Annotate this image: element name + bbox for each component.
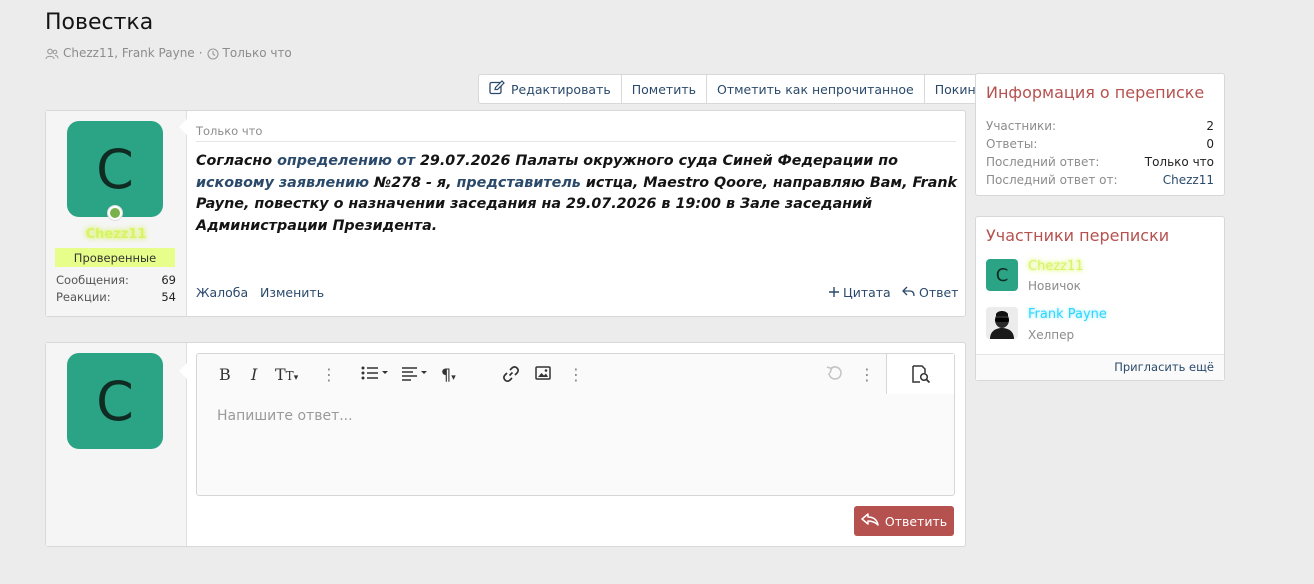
invite-more-link[interactable]: Пригласить ещё xyxy=(1114,360,1214,374)
member-role: Хелпер xyxy=(1028,328,1075,342)
more-icon[interactable]: ⋮ xyxy=(568,365,584,384)
member-name[interactable]: Chezz11 xyxy=(1028,259,1084,274)
member-avatar[interactable] xyxy=(986,307,1018,339)
last-reply-user-link[interactable]: Chezz11 xyxy=(1163,173,1214,187)
member-avatar[interactable]: C xyxy=(986,259,1018,291)
more-icon[interactable]: ⋮ xyxy=(859,365,875,384)
participants-text: Chezz11, Frank Payne xyxy=(63,46,195,60)
body-link[interactable]: представитель xyxy=(457,175,581,191)
info-row-replies: Ответы: 0 xyxy=(986,137,1214,151)
italic-icon[interactable]: I xyxy=(251,365,257,384)
user-badge: Проверенные xyxy=(55,248,175,267)
reply-icon xyxy=(902,285,915,300)
meta-time: Только что xyxy=(222,46,292,60)
reply-post-button[interactable]: Ответ xyxy=(902,285,958,300)
edit-icon xyxy=(489,80,511,98)
body-link[interactable]: исковому заявлению xyxy=(196,175,369,191)
mark-button[interactable]: Пометить xyxy=(622,75,707,103)
reply-user-cell: C xyxy=(46,343,187,546)
info-row-last-reply-by: Последний ответ от: Chezz11 xyxy=(986,173,1214,187)
conversation-meta: Chezz11, Frank Payne · Только что xyxy=(45,46,292,60)
info-row-last-reply: Последний ответ: Только что xyxy=(986,155,1214,169)
preview-icon[interactable] xyxy=(886,354,954,394)
list-icon[interactable] xyxy=(361,365,391,385)
online-indicator-icon xyxy=(107,205,123,221)
post-arrow xyxy=(179,119,187,135)
reply-arrow xyxy=(179,363,187,379)
post-body: Согласно определению от 29.07.2026 Палат… xyxy=(196,153,958,234)
quick-reply: C B I TT▾ ⋮ ¶▾ ⋮ ⋮ Напишите ответ... Отв… xyxy=(45,342,966,547)
plus-icon xyxy=(829,285,839,300)
reply-avatar: C xyxy=(67,353,163,449)
info-row-participants: Участники: 2 xyxy=(986,119,1214,133)
reply-editor[interactable]: B I TT▾ ⋮ ¶▾ ⋮ ⋮ Напишите ответ... xyxy=(196,353,955,496)
body-link[interactable]: определению от xyxy=(277,153,415,169)
align-icon[interactable] xyxy=(401,365,431,385)
text-size-icon[interactable]: TT▾ xyxy=(275,365,298,384)
undo-icon[interactable] xyxy=(825,365,843,385)
link-icon[interactable] xyxy=(502,365,520,387)
avatar[interactable]: C xyxy=(67,121,163,217)
bold-icon[interactable]: B xyxy=(219,365,231,384)
page-title: Повестка xyxy=(45,10,154,35)
participants-block: Участники переписки C Chezz11 Новичок Fr… xyxy=(975,216,1225,381)
image-icon[interactable] xyxy=(535,365,551,384)
report-link[interactable]: Жалоба xyxy=(196,285,248,300)
clock-icon xyxy=(206,46,219,60)
author-name[interactable]: Chezz11 xyxy=(46,227,186,242)
submit-reply-button[interactable]: Ответить xyxy=(854,506,954,536)
paragraph-icon[interactable]: ¶▾ xyxy=(441,365,456,384)
users-icon xyxy=(45,46,59,60)
member-name[interactable]: Frank Payne xyxy=(1028,307,1107,322)
member-role: Новичок xyxy=(1028,279,1081,293)
stat-reactions: Реакции: 54 xyxy=(56,290,176,304)
message-user-cell: C Chezz11 Проверенные Сообщения: 69 Реак… xyxy=(46,111,187,316)
edit-conversation-label: Редактировать xyxy=(511,81,611,97)
participants-heading: Участники переписки xyxy=(986,226,1170,245)
edit-post-link[interactable]: Изменить xyxy=(260,285,324,300)
edit-conversation-button[interactable]: Редактировать xyxy=(479,75,622,103)
conversation-actions: Редактировать Пометить Отметить как непр… xyxy=(478,74,1009,104)
conversation-info-block: Информация о переписке Участники: 2 Ответ… xyxy=(975,73,1225,196)
stat-messages: Сообщения: 69 xyxy=(56,273,176,287)
more-icon[interactable]: ⋮ xyxy=(321,365,337,384)
participants-footer: Пригласить ещё xyxy=(976,354,1224,380)
reply-input[interactable]: Напишите ответ... xyxy=(217,408,353,424)
info-heading: Информация о переписке xyxy=(986,83,1205,102)
reply-icon xyxy=(861,513,879,529)
post-time[interactable]: Только что xyxy=(196,124,262,138)
divider xyxy=(196,141,956,142)
editor-toolbar: B I TT▾ ⋮ ¶▾ ⋮ ⋮ xyxy=(197,354,887,394)
meta-separator: · xyxy=(198,46,203,60)
mark-unread-button[interactable]: Отметить как непрочитанное xyxy=(707,75,925,103)
message-post: C Chezz11 Проверенные Сообщения: 69 Реак… xyxy=(45,110,966,317)
quote-button[interactable]: Цитата xyxy=(829,285,891,300)
